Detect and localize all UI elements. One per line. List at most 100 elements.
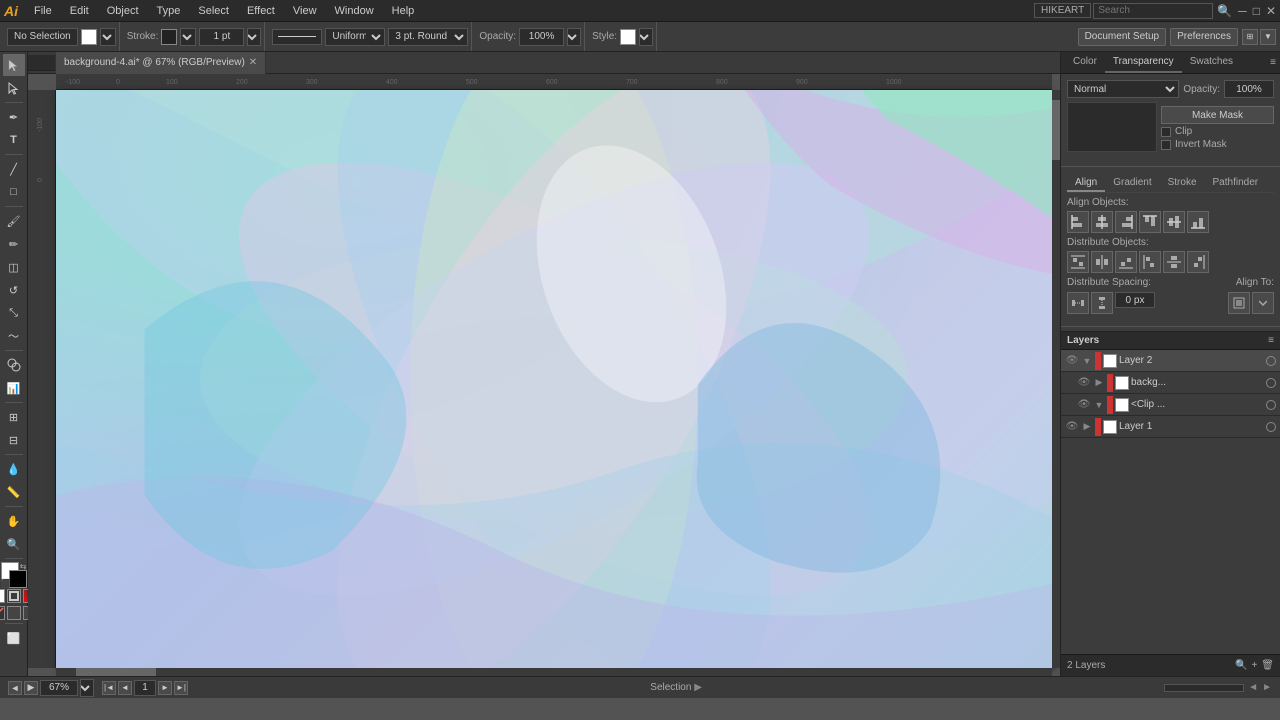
fill-mode-btn[interactable] xyxy=(0,589,5,603)
layer-row[interactable]: 👁 ▶ Layer 1 xyxy=(1061,416,1280,438)
align-bottom-btn[interactable] xyxy=(1187,211,1209,233)
minimize-icon[interactable]: ─ xyxy=(1238,4,1247,18)
make-mask-button[interactable]: Make Mask xyxy=(1161,106,1274,124)
invert-mask-checkbox[interactable] xyxy=(1161,140,1171,150)
layer-visibility-eye[interactable]: 👁 xyxy=(1077,376,1091,390)
artboard-tool[interactable]: ⊞ xyxy=(3,406,25,428)
menu-file[interactable]: File xyxy=(26,3,60,19)
search-input[interactable] xyxy=(1093,3,1213,19)
pen-tool[interactable]: ✒ xyxy=(3,106,25,128)
align-to-dropdown-btn[interactable] xyxy=(1252,292,1274,314)
workspace-selector[interactable]: HIKEART xyxy=(1034,3,1091,18)
layer-row[interactable]: 👁 ▶ backg... xyxy=(1061,372,1280,394)
opacity-value-input[interactable] xyxy=(1224,80,1274,98)
align-tab-align[interactable]: Align xyxy=(1067,175,1105,192)
vertical-scrollbar[interactable] xyxy=(1052,90,1060,668)
menu-view[interactable]: View xyxy=(285,3,325,19)
line-tool[interactable]: ╱ xyxy=(3,158,25,180)
color-btn[interactable] xyxy=(7,606,21,620)
slice-tool[interactable]: ⊟ xyxy=(3,429,25,451)
default-colors-icon[interactable]: ⬛ xyxy=(1,579,11,588)
first-page-btn[interactable]: |◄ xyxy=(102,681,116,695)
rectangle-tool[interactable]: □ xyxy=(3,181,25,203)
blend-mode-select[interactable]: Normal Multiply Screen Overlay xyxy=(1067,80,1179,98)
none-color-btn[interactable] xyxy=(0,606,5,620)
stroke-color-swatch[interactable] xyxy=(161,29,177,45)
eraser-tool[interactable]: ◫ xyxy=(3,256,25,278)
shape-builder-tool[interactable] xyxy=(3,354,25,376)
tab-transparency[interactable]: Transparency xyxy=(1105,52,1182,73)
style-selector[interactable]: ▼ xyxy=(639,28,653,46)
eyedropper-tool[interactable]: 💧 xyxy=(3,458,25,480)
prev-page-btn[interactable]: ◄ xyxy=(118,681,132,695)
layer-target-circle[interactable] xyxy=(1266,356,1276,366)
layer-target-circle[interactable] xyxy=(1266,422,1276,432)
fill-selector[interactable]: ▼ xyxy=(100,28,116,46)
menu-window[interactable]: Window xyxy=(327,3,382,19)
document-tab[interactable]: background-4.ai* @ 67% (RGB/Preview) ✕ xyxy=(56,52,266,74)
dist-left-btn[interactable] xyxy=(1139,251,1161,273)
menu-edit[interactable]: Edit xyxy=(62,3,97,19)
scroll-right-icon[interactable]: ► xyxy=(1262,682,1272,693)
background-color[interactable] xyxy=(9,570,27,588)
arrange-icon-1[interactable]: ⊞ xyxy=(1242,29,1258,45)
document-setup-button[interactable]: Document Setup xyxy=(1078,28,1167,46)
dist-hc-btn[interactable] xyxy=(1163,251,1185,273)
align-left-btn[interactable] xyxy=(1067,211,1089,233)
preferences-button[interactable]: Preferences xyxy=(1170,28,1238,46)
layers-add-icon[interactable]: + xyxy=(1251,660,1257,671)
layer-expand-arrow[interactable]: ▶ xyxy=(1093,376,1105,390)
vertical-scrollbar-thumb[interactable] xyxy=(1052,100,1060,160)
align-center-v-btn[interactable] xyxy=(1163,211,1185,233)
dist-top-btn[interactable] xyxy=(1067,251,1089,273)
direct-selection-tool[interactable] xyxy=(3,77,25,99)
tab-swatches[interactable]: Swatches xyxy=(1182,52,1241,73)
layers-delete-icon[interactable]: 🗑 xyxy=(1261,660,1274,671)
status-dropdown-icon[interactable]: ▶ xyxy=(694,682,702,693)
dist-right-btn[interactable] xyxy=(1187,251,1209,273)
horizontal-scrollbar-thumb[interactable] xyxy=(76,668,156,676)
panel-options-icon[interactable]: ≡ xyxy=(1270,57,1276,68)
layer-expand-arrow[interactable]: ▼ xyxy=(1081,354,1093,368)
dist-spacing-h-btn[interactable] xyxy=(1067,292,1089,314)
layers-options-icon[interactable]: ≡ xyxy=(1268,335,1274,346)
opacity-input[interactable] xyxy=(519,28,564,46)
align-to-selection-btn[interactable] xyxy=(1228,292,1250,314)
maximize-icon[interactable]: □ xyxy=(1253,4,1260,18)
warp-tool[interactable]: 〜 xyxy=(3,325,25,347)
align-right-btn[interactable] xyxy=(1115,211,1137,233)
clip-checkbox[interactable] xyxy=(1161,127,1171,137)
style-swatch[interactable] xyxy=(620,29,636,45)
menu-help[interactable]: Help xyxy=(384,3,423,19)
stroke-uniform-selector[interactable]: Uniform xyxy=(325,28,385,46)
rotate-tool[interactable]: ↺ xyxy=(3,279,25,301)
stroke-mode-btn[interactable] xyxy=(7,589,21,603)
scroll-left-icon[interactable]: ◄ xyxy=(1248,682,1258,693)
layer-visibility-eye[interactable]: 👁 xyxy=(1065,354,1079,368)
type-tool[interactable]: T xyxy=(3,129,25,151)
stroke-width-input[interactable] xyxy=(199,28,244,46)
zoom-next-btn[interactable]: ▶ xyxy=(24,681,38,695)
tab-color[interactable]: Color xyxy=(1065,52,1105,73)
menu-type[interactable]: Type xyxy=(149,3,189,19)
dist-vc-btn[interactable] xyxy=(1091,251,1113,273)
layer-row[interactable]: 👁 ▼ <Clip ... xyxy=(1061,394,1280,416)
menu-select[interactable]: Select xyxy=(190,3,237,19)
tab-close-icon[interactable]: ✕ xyxy=(249,57,257,68)
selection-tool[interactable] xyxy=(3,54,25,76)
swap-colors-icon[interactable]: ⇆ xyxy=(20,562,27,571)
pencil-tool[interactable]: ✏ xyxy=(3,233,25,255)
opacity-unit-selector[interactable]: ▼ xyxy=(567,28,581,46)
page-number-input[interactable] xyxy=(134,680,156,696)
change-screen-mode-btn[interactable]: ⬜ xyxy=(3,627,25,649)
hand-tool[interactable]: ✋ xyxy=(3,510,25,532)
layer-expand-arrow[interactable]: ▼ xyxy=(1093,398,1105,412)
menu-object[interactable]: Object xyxy=(99,3,147,19)
layer-visibility-eye[interactable]: 👁 xyxy=(1065,420,1079,434)
zoom-prev-btn[interactable]: ◄ xyxy=(8,681,22,695)
arrange-icon-2[interactable]: ▼ xyxy=(1260,29,1276,45)
layers-search-icon[interactable]: 🔍 xyxy=(1235,660,1247,671)
horizontal-scrollbar[interactable] xyxy=(56,668,1052,676)
layer-target-circle[interactable] xyxy=(1266,378,1276,388)
stroke-color-selector[interactable]: ▼ xyxy=(180,28,196,46)
